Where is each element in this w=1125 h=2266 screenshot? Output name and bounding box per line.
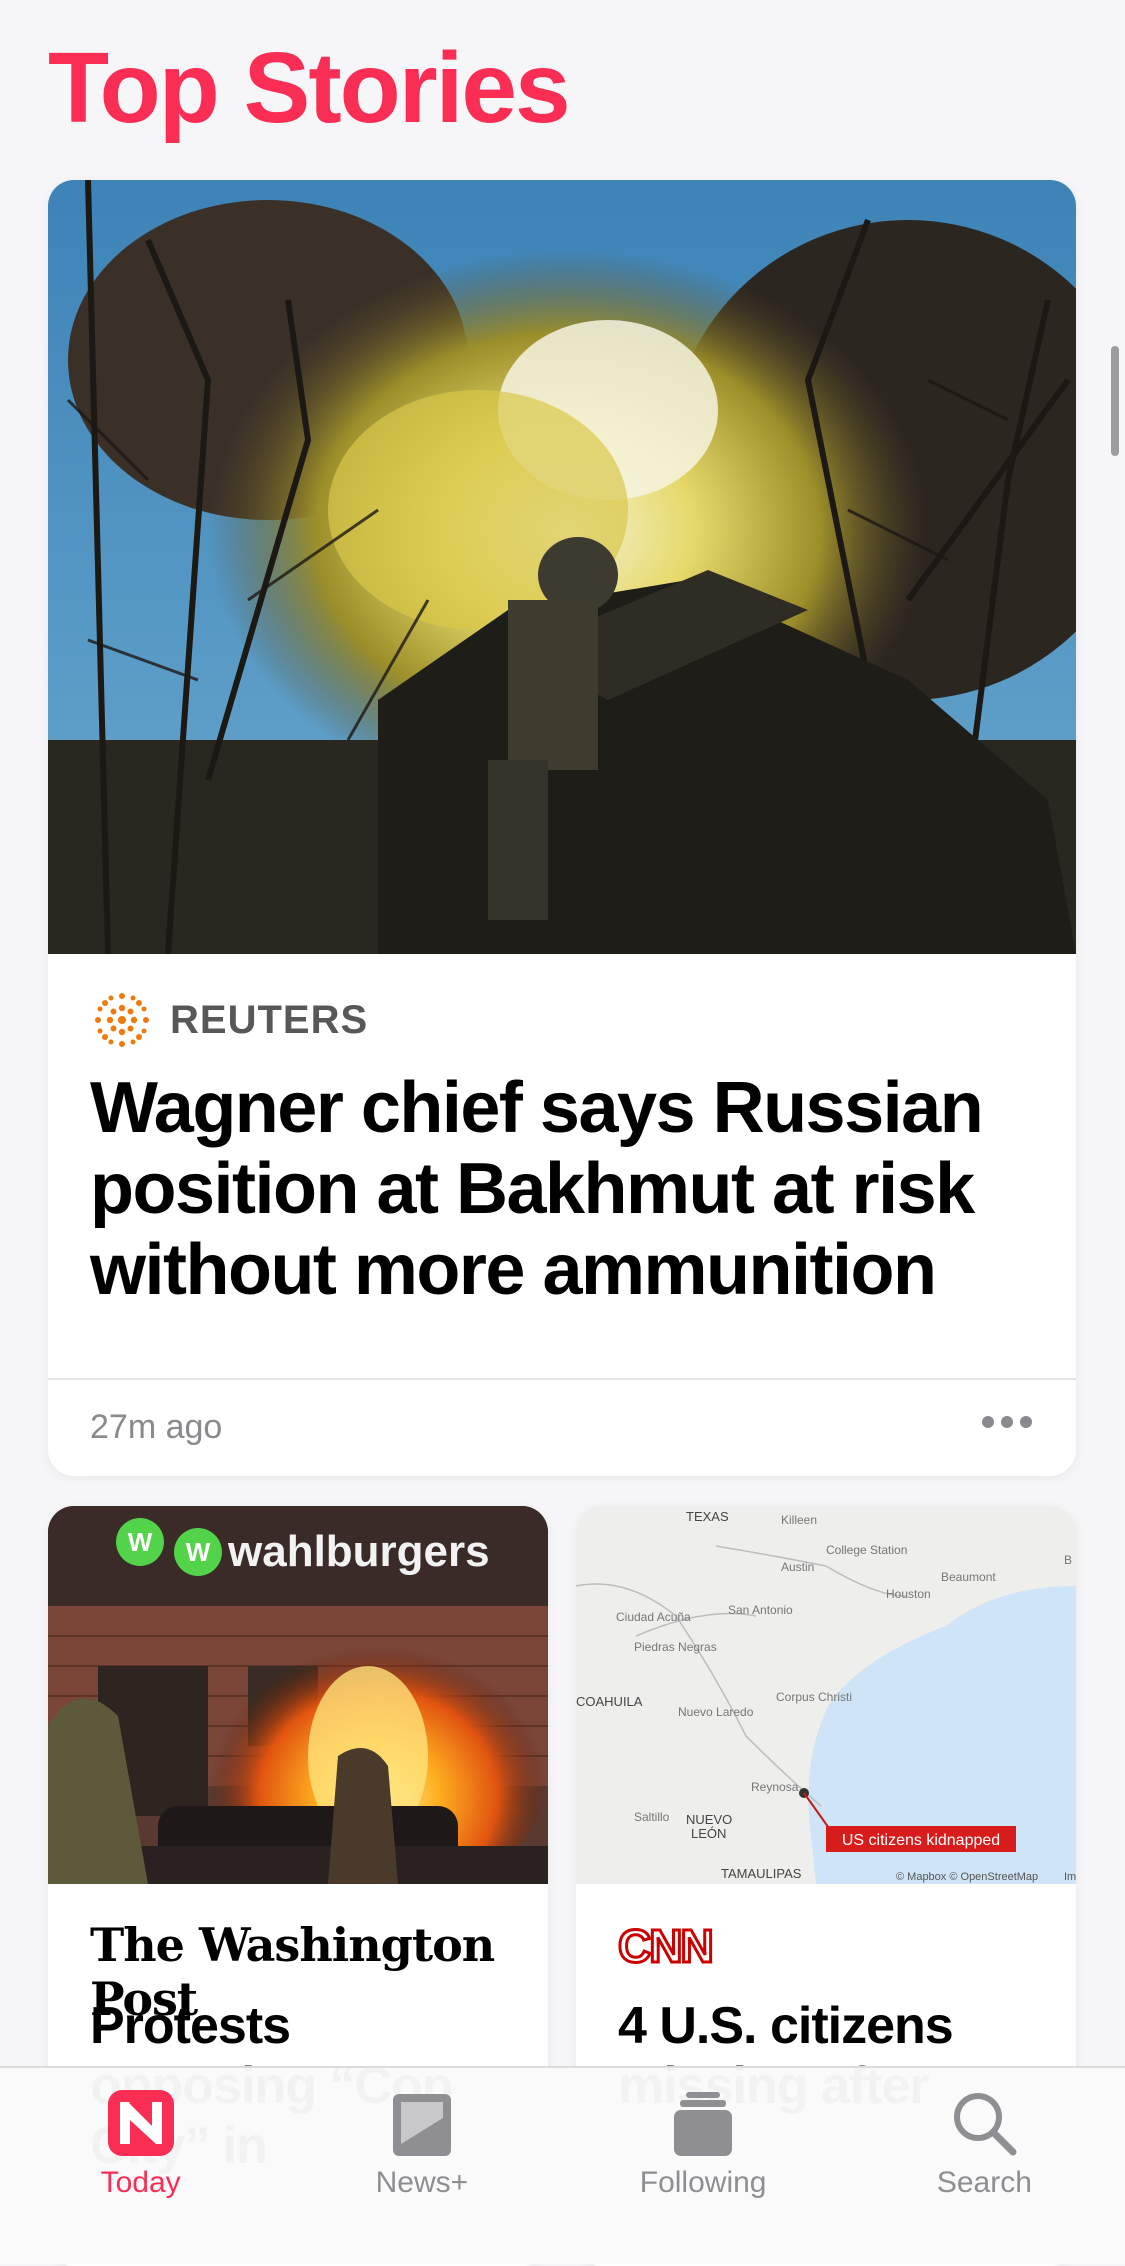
following-icon (674, 2092, 733, 2156)
map-label: Houston (886, 1587, 931, 1601)
map-label: TEXAS (686, 1509, 729, 1524)
divider (48, 1378, 1076, 1380)
search-icon (954, 2093, 1017, 2156)
cnn-logo: CNN (617, 1919, 716, 1974)
timestamp: 27m ago (90, 1408, 223, 1446)
map-label: TAMAULIPAS (721, 1866, 802, 1881)
fire-photo: W W wahlburgers (48, 1506, 548, 1884)
tab-bar: Today News+ Following Search (0, 2066, 1125, 2264)
sign-logo-text: W (128, 1527, 153, 1557)
tab-label: Search (936, 2166, 1032, 2199)
map-image: US citizens kidnapped TEXAS Killeen Coll… (576, 1506, 1076, 1884)
map-attribution-extra: Im (1064, 1871, 1076, 1883)
map-label: B (1064, 1553, 1072, 1567)
map-attribution: © Mapbox © OpenStreetMap (896, 1871, 1038, 1883)
tab-today[interactable]: Today (0, 2068, 281, 2264)
map-label: COAHUILA (576, 1694, 643, 1709)
tab-label: Today (100, 2166, 181, 2199)
news-icon (107, 2090, 174, 2156)
map-label: Saltillo (634, 1810, 670, 1824)
hero-photo (48, 180, 1076, 954)
map-label: Corpus Christi (776, 1690, 852, 1704)
more-options-button[interactable] (982, 1416, 1032, 1428)
map-label: NUEVO (686, 1812, 732, 1827)
hero-headline[interactable]: Wagner chief says Russian position at Ba… (90, 1068, 1040, 1311)
map-label: Reynosa (751, 1780, 799, 1794)
tab-search[interactable]: Search (844, 2068, 1125, 2264)
map-label: Beaumont (941, 1570, 996, 1584)
map-label: Austin (781, 1560, 814, 1574)
tab-following[interactable]: Following (563, 2068, 844, 2264)
news-plus-icon (392, 2094, 451, 2156)
sign-logo-text: W (186, 1537, 211, 1567)
map-label: Piedras Negras (634, 1640, 717, 1654)
tab-label: News+ (375, 2166, 469, 2199)
map-label: Nuevo Laredo (678, 1705, 754, 1719)
map-label: San Antonio (728, 1603, 793, 1617)
map-label: Killeen (781, 1513, 817, 1527)
source-name: CNN (618, 1920, 712, 1972)
reuters-logo-icon (95, 993, 149, 1047)
page-title: Top Stories (48, 32, 571, 144)
hero-story-card[interactable]: REUTERS Wagner chief says Russian positi… (48, 180, 1076, 1476)
map-label: LEÓN (691, 1826, 726, 1841)
map-label: College Station (826, 1543, 907, 1557)
map-callout: US citizens kidnapped (842, 1832, 1000, 1849)
tab-label: Following (639, 2166, 767, 2199)
map-label: Ciudad Acuña (616, 1610, 691, 1624)
tab-news-plus[interactable]: News+ (281, 2068, 562, 2264)
sign-text: wahlburgers (227, 1527, 490, 1576)
scroll-indicator (1111, 346, 1119, 456)
source-name: REUTERS (170, 997, 369, 1042)
